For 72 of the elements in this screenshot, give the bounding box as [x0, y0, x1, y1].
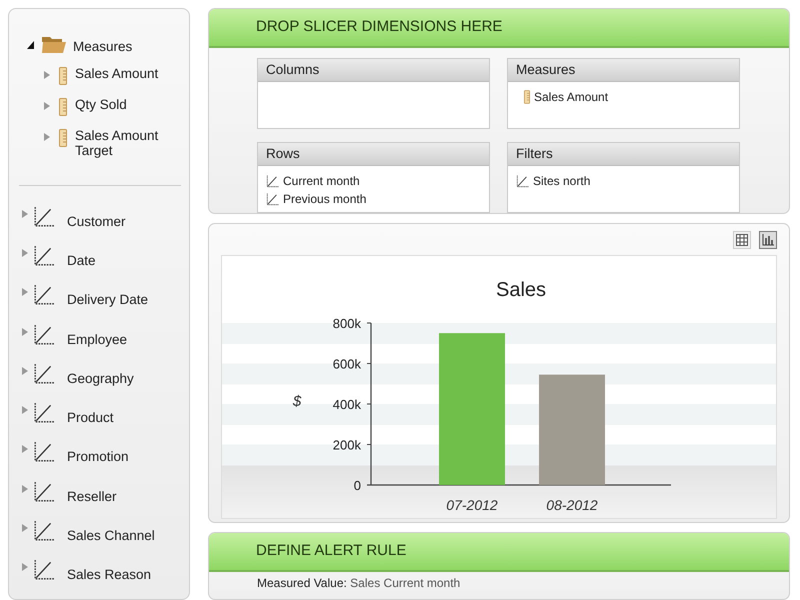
expand-arrow-icon[interactable]: [21, 405, 29, 416]
ruler-icon: [59, 98, 67, 116]
y-axis-label: $: [292, 393, 302, 410]
expand-arrow-icon[interactable]: [43, 70, 51, 80]
collapse-arrow-icon[interactable]: [27, 40, 35, 50]
axis-icon: [33, 206, 55, 228]
drop-zone[interactable]: Filters Sites north: [507, 142, 740, 213]
y-tick-label: 800k: [332, 316, 361, 331]
tree-item[interactable]: Qty Sold: [75, 98, 127, 114]
tree-item[interactable]: Employee: [67, 330, 128, 350]
folder-icon: [41, 34, 67, 54]
tree-item[interactable]: Promotion: [67, 447, 129, 468]
table-view-button[interactable]: [733, 231, 751, 249]
expand-arrow-icon[interactable]: [21, 444, 29, 454]
axis-icon: [516, 174, 529, 188]
tree-item[interactable]: Sales Reason: [67, 565, 152, 586]
axis-icon: [33, 284, 55, 306]
tree-item[interactable]: Sales Amount Target: [75, 129, 175, 159]
ruler-icon: [59, 129, 67, 148]
drop-zone[interactable]: Rows Current month Previous month: [257, 142, 490, 213]
axis-icon: [266, 192, 279, 206]
drop-zone[interactable]: Measures Sales Amount: [507, 58, 740, 129]
axis-icon: [33, 324, 55, 346]
zone-item[interactable]: Sales Amount: [534, 88, 608, 106]
tree-item[interactable]: Delivery Date: [67, 290, 148, 311]
expand-arrow-icon[interactable]: [21, 366, 29, 376]
panel-title: DEFINE ALERT RULE: [209, 533, 789, 572]
tree-item[interactable]: Sales Amount: [75, 67, 158, 82]
expand-arrow-icon[interactable]: [21, 248, 29, 258]
axis-icon: [33, 480, 55, 503]
expand-arrow-icon[interactable]: [43, 101, 51, 112]
y-tick-label: 400k: [332, 397, 361, 412]
tree-item[interactable]: Product: [67, 408, 114, 428]
tree-item[interactable]: Customer: [67, 212, 126, 232]
zone-item[interactable]: Previous month: [283, 190, 366, 208]
expand-arrow-icon[interactable]: [21, 326, 29, 337]
expand-arrow-icon[interactable]: [21, 208, 29, 219]
drop-zone[interactable]: Columns: [257, 58, 490, 129]
expand-arrow-icon[interactable]: [21, 484, 29, 494]
x-tick-label: 07-2012: [446, 497, 498, 513]
tree-item[interactable]: Reseller: [67, 486, 117, 507]
axis-icon: [266, 174, 279, 188]
zone-item[interactable]: Current month: [283, 172, 360, 190]
axis-icon: [33, 402, 55, 424]
panel-title: DROP SLICER DIMENSIONS HERE: [209, 9, 789, 48]
measured-value-text: Measured Value: Sales Current month: [256, 574, 462, 590]
y-tick-label: 0: [354, 478, 361, 493]
chart-view-button[interactable]: [759, 231, 777, 249]
zone-header: Columns: [258, 58, 489, 82]
y-tick-label: 200k: [332, 438, 361, 452]
tree-item[interactable]: Geography: [67, 368, 134, 390]
expand-arrow-icon[interactable]: [21, 562, 29, 572]
y-tick-label: 600k: [332, 356, 361, 372]
chart-title: Sales: [496, 279, 546, 301]
zone-item[interactable]: Sites north: [533, 172, 590, 190]
tree-item[interactable]: Measures: [73, 37, 132, 58]
expand-arrow-icon[interactable]: [21, 287, 29, 298]
zone-header: Measures: [508, 58, 739, 82]
ruler-icon: [524, 90, 530, 104]
expand-arrow-icon[interactable]: [43, 132, 51, 142]
zone-header: Filters: [508, 142, 739, 166]
axis-icon: [33, 362, 55, 385]
axis-icon: [33, 559, 55, 582]
expand-arrow-icon[interactable]: [21, 522, 29, 533]
ruler-icon: [59, 67, 67, 86]
axis-icon: [33, 441, 55, 464]
axis-icon: [33, 520, 55, 542]
x-tick-label: 08-2012: [546, 497, 598, 513]
tree-item[interactable]: Date: [67, 251, 96, 272]
tree-item[interactable]: Sales Channel: [67, 526, 155, 546]
axis-icon: [33, 245, 55, 268]
zone-header: Rows: [258, 142, 489, 166]
